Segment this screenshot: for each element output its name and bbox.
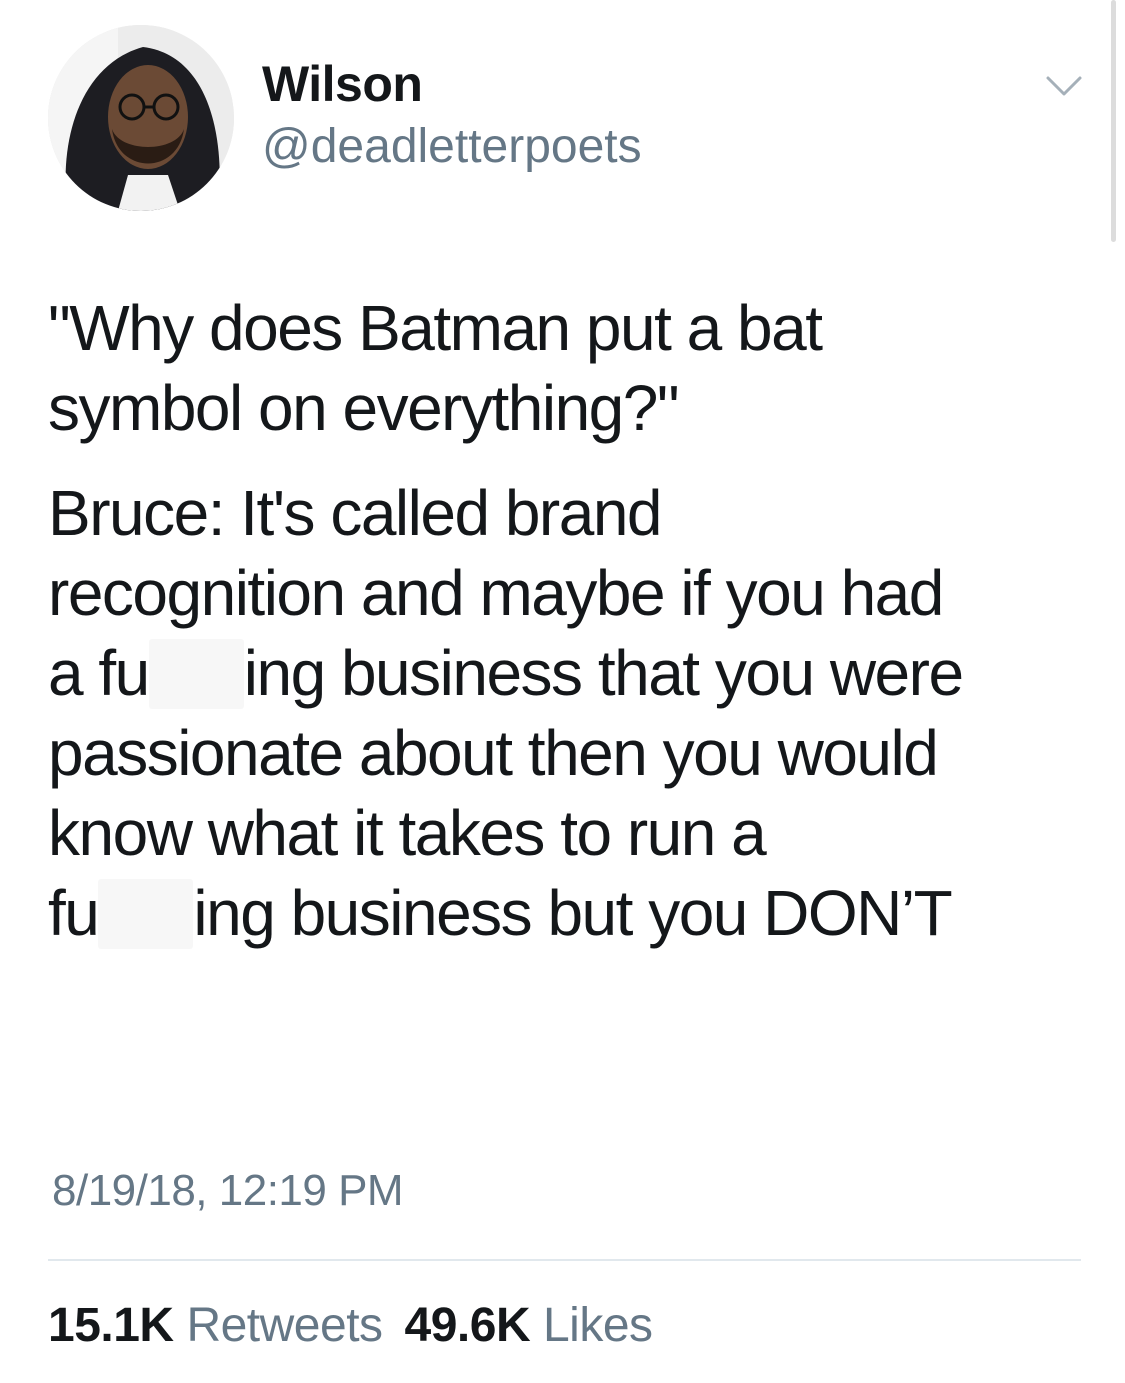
likes-stat[interactable]: 49.6K Likes xyxy=(405,1296,653,1356)
likes-count: 49.6K xyxy=(404,1299,531,1352)
tweet-paragraph: Bruce: It's called brand recognition and… xyxy=(48,473,1088,953)
tweet-line: symbol on everything?" xyxy=(48,372,680,444)
divider xyxy=(48,1259,1081,1261)
tweet-line: "Why does Batman put a bat xyxy=(48,292,823,364)
likes-label: Likes xyxy=(542,1299,653,1352)
author-handle[interactable]: @deadletterpoets xyxy=(262,118,642,176)
avatar[interactable] xyxy=(48,25,234,211)
tweet-line: Bruce: It's called brand xyxy=(48,477,663,549)
retweets-count: 15.1K xyxy=(48,1299,174,1352)
tweet-card: Wilson @deadletterpoets "Why does Batman… xyxy=(0,0,1125,1383)
retweets-stat[interactable]: 15.1K Retweets xyxy=(48,1296,383,1356)
tweet-line-segment: fu xyxy=(48,877,100,949)
tweet-line: passionate about then you would xyxy=(48,717,939,789)
avatar-photo-icon xyxy=(48,25,234,211)
tweet-paragraph: "Why does Batman put a bat symbol on eve… xyxy=(48,288,1088,448)
tweet-text: "Why does Batman put a bat symbol on eve… xyxy=(48,288,1088,953)
tweet-line-segment: ing business but you DON’T xyxy=(193,877,952,949)
tweet-line-segment: ing business that you were xyxy=(243,637,964,709)
tweet-line: a fu ing business that you were xyxy=(48,633,1088,713)
author-name[interactable]: Wilson xyxy=(262,54,423,114)
tweet-line-segment: a fu xyxy=(48,637,150,709)
tweet-line: recognition and maybe if you had xyxy=(48,557,944,629)
tweet-timestamp[interactable]: 8/19/18, 12:19 PM xyxy=(52,1163,404,1219)
censor-block xyxy=(98,879,194,949)
tweet-line: know what it takes to run a xyxy=(48,797,767,869)
censor-block xyxy=(148,639,244,709)
scrollbar[interactable] xyxy=(1111,0,1116,242)
tweet-menu-button[interactable] xyxy=(1040,68,1088,108)
tweet-line: fu ing business but you DON’T xyxy=(48,873,1088,953)
retweets-label: Retweets xyxy=(186,1299,383,1352)
tweet-stats: 15.1K Retweets 49.6K Likes xyxy=(48,1296,675,1356)
chevron-down-icon xyxy=(1046,76,1082,96)
